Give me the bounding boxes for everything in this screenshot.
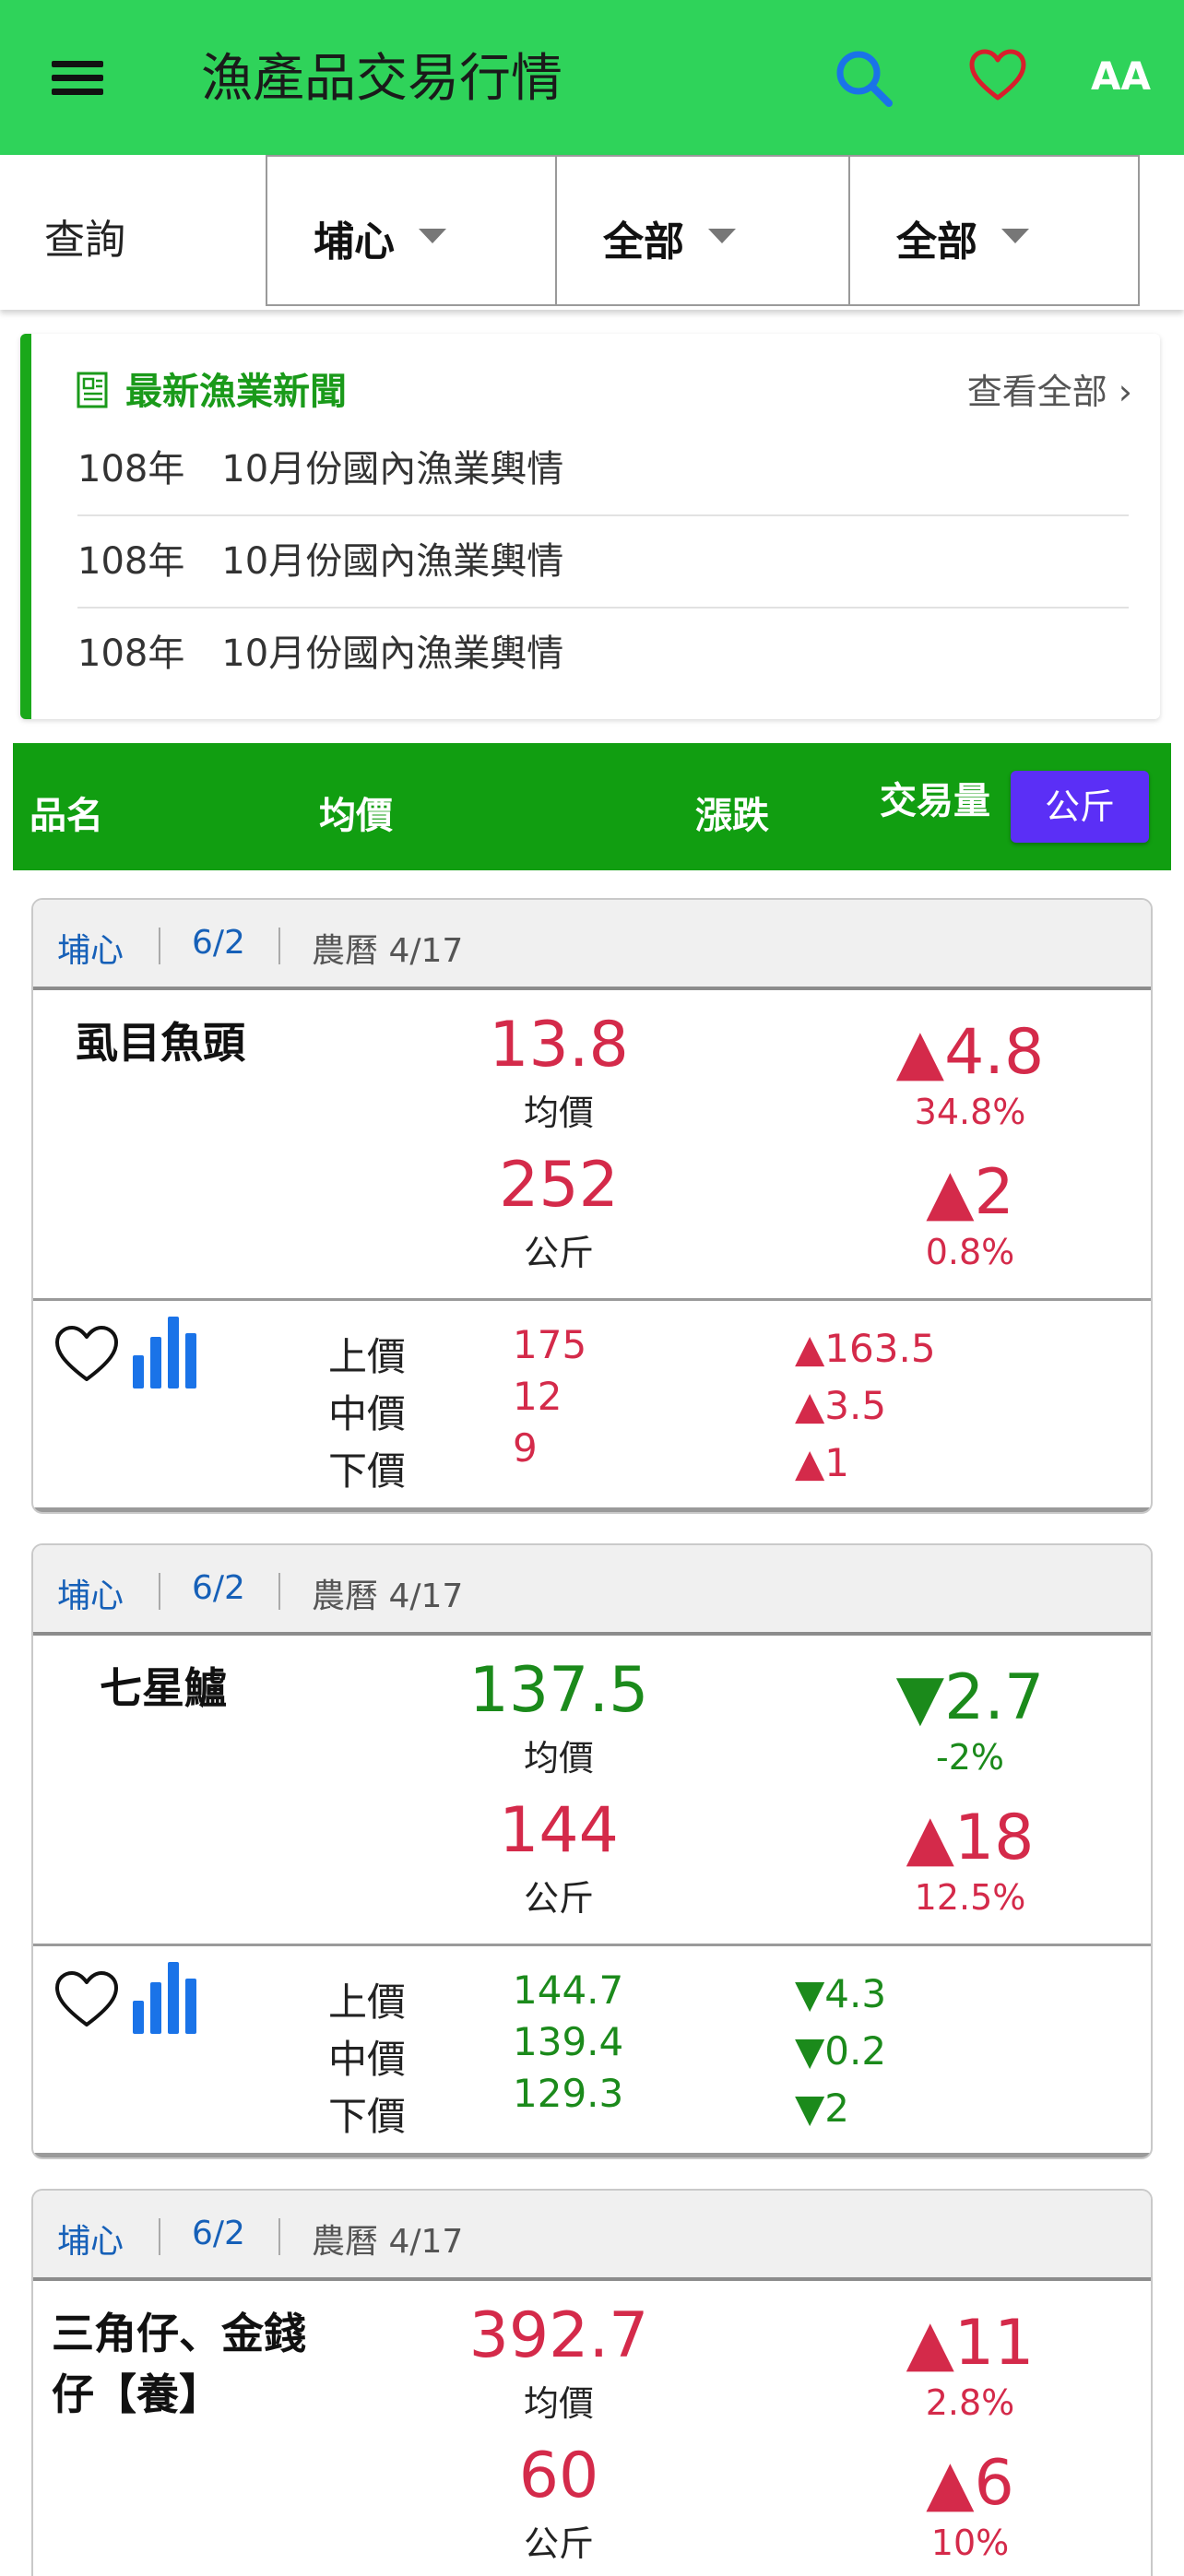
card-date: 6/2 — [192, 1569, 245, 1607]
avg-price: 392.7 — [468, 2299, 649, 2372]
avg-price-change: ▲4.8 — [895, 1016, 1045, 1089]
volume-change-pct: 12.5% — [914, 1877, 1026, 1918]
news-section-title: 最新漁業新聞 — [125, 371, 347, 413]
mid-price-label: 中價 — [328, 1391, 407, 1436]
page-title: 漁產品交易行情 — [201, 49, 562, 109]
card-header: 埔心 6/2 農曆 4/17 — [33, 1545, 1151, 1636]
table-header: 品名 均價 漲跌 交易量 公斤 — [13, 743, 1171, 870]
volume-change-pct: 10% — [930, 2523, 1010, 2563]
avg-price-change-pct: 34.8% — [914, 1092, 1026, 1132]
product-name: 三角仔、金錢仔【養】 — [52, 2309, 306, 2419]
card-market: 埔心 — [57, 932, 124, 970]
product-name: 虱目魚頭 — [76, 1018, 245, 1068]
card-date: 6/2 — [192, 924, 245, 962]
type-dropdown-value: 全部 — [896, 219, 977, 266]
view-all-news-link[interactable]: 查看全部 › — [967, 363, 1132, 414]
market-dropdown[interactable]: 埔心 — [266, 155, 557, 306]
avg-price-label: 均價 — [523, 2383, 594, 2424]
newspaper-icon — [77, 372, 108, 408]
low-price-label: 下價 — [328, 1448, 407, 1494]
chevron-down-icon — [1001, 229, 1029, 243]
volume: 144 — [499, 1794, 619, 1867]
mid-price: 139.4 — [513, 2019, 624, 2064]
font-size-toggle[interactable]: AA — [1091, 53, 1151, 99]
bar-chart-icon[interactable] — [131, 1315, 199, 1390]
high-price-label: 上價 — [328, 1334, 407, 1379]
chevron-down-icon — [419, 229, 446, 243]
low-price: 9 — [513, 1425, 538, 1471]
favorites-heart-icon[interactable] — [968, 48, 1027, 103]
mid-price-label: 中價 — [328, 2037, 407, 2082]
card-market: 埔心 — [57, 1578, 124, 1615]
mid-price: 12 — [513, 1374, 562, 1419]
volume-change: ▲18 — [906, 1802, 1035, 1874]
volume-change: ▲6 — [926, 2447, 1014, 2520]
filter-bar: 查詢 埔心 全部 全部 — [0, 155, 1184, 310]
card-lunar-date: 農曆 4/17 — [312, 1578, 464, 1615]
volume-change: ▲2 — [926, 1156, 1014, 1229]
product-card[interactable]: 埔心 6/2 農曆 4/17 虱目魚頭 13.8 均價 252 公斤 ▲4.8 … — [31, 898, 1153, 1514]
card-market: 埔心 — [57, 2223, 124, 2261]
column-change: 漲跌 — [695, 795, 769, 837]
avg-price-change-pct: 2.8% — [925, 2382, 1015, 2423]
card-lunar-date: 農曆 4/17 — [312, 2223, 464, 2261]
menu-icon[interactable] — [52, 61, 103, 96]
app-header: 漁產品交易行情 AA — [0, 0, 1184, 155]
category-dropdown[interactable]: 全部 — [555, 155, 850, 306]
low-price-change: ▲1 — [795, 1440, 850, 1485]
volume: 252 — [499, 1149, 619, 1222]
avg-price-label: 均價 — [523, 1093, 594, 1133]
heart-icon[interactable] — [53, 1969, 120, 2030]
chevron-down-icon — [708, 229, 736, 243]
avg-price: 13.8 — [489, 1009, 629, 1081]
avg-price-change: ▲11 — [906, 2307, 1035, 2380]
volume-change-pct: 0.8% — [925, 1232, 1015, 1272]
column-name: 品名 — [30, 795, 103, 837]
mid-price-change: ▲3.5 — [795, 1383, 887, 1428]
high-price: 144.7 — [513, 1967, 624, 2013]
low-price-change: ▼2 — [795, 2086, 850, 2131]
high-price-change: ▲163.5 — [795, 1326, 936, 1371]
query-label: 查詢 — [44, 217, 125, 264]
product-card[interactable]: 埔心 6/2 農曆 4/17 三角仔、金錢仔【養】 392.7 均價 60 公斤… — [31, 2189, 1153, 2576]
volume-unit: 公斤 — [523, 2523, 594, 2564]
high-price-label: 上價 — [328, 1979, 407, 2025]
column-volume: 交易量 — [880, 780, 990, 822]
avg-price-change: ▼2.7 — [895, 1661, 1045, 1734]
avg-price-change-pct: -2% — [936, 1737, 1004, 1778]
market-dropdown-value: 埔心 — [314, 219, 395, 266]
high-price-change: ▼4.3 — [795, 1971, 887, 2016]
product-name: 七星鱸 — [100, 1663, 227, 1713]
news-item[interactable]: 108年 10月份國內漁業輿情 — [77, 516, 1129, 609]
card-header: 埔心 6/2 農曆 4/17 — [33, 900, 1151, 990]
avg-price: 137.5 — [468, 1654, 649, 1727]
column-avg-price: 均價 — [319, 795, 393, 837]
news-item[interactable]: 108年 10月份國內漁業輿情 — [77, 424, 1129, 516]
volume: 60 — [518, 2440, 599, 2512]
search-icon[interactable] — [834, 48, 894, 109]
news-card: 最新漁業新聞 查看全部 › 108年 10月份國內漁業輿情 108年 10月份國… — [20, 334, 1160, 719]
card-header: 埔心 6/2 農曆 4/17 — [33, 2191, 1151, 2281]
unit-toggle-button[interactable]: 公斤 — [1011, 771, 1149, 843]
low-price: 129.3 — [513, 2071, 624, 2116]
avg-price-label: 均價 — [523, 1738, 594, 1778]
heart-icon[interactable] — [53, 1324, 120, 1385]
high-price: 175 — [513, 1322, 587, 1367]
card-date: 6/2 — [192, 2215, 245, 2252]
card-lunar-date: 農曆 4/17 — [312, 932, 464, 970]
type-dropdown[interactable]: 全部 — [848, 155, 1140, 306]
volume-unit: 公斤 — [523, 1233, 594, 1273]
category-dropdown-value: 全部 — [603, 219, 684, 266]
news-item[interactable]: 108年 10月份國內漁業輿情 — [77, 609, 1129, 699]
bar-chart-icon[interactable] — [131, 1960, 199, 2036]
volume-unit: 公斤 — [523, 1878, 594, 1919]
low-price-label: 下價 — [328, 2094, 407, 2139]
mid-price-change: ▼0.2 — [795, 2028, 887, 2074]
product-card[interactable]: 埔心 6/2 農曆 4/17 七星鱸 137.5 均價 144 公斤 ▼2.7 … — [31, 1543, 1153, 2159]
